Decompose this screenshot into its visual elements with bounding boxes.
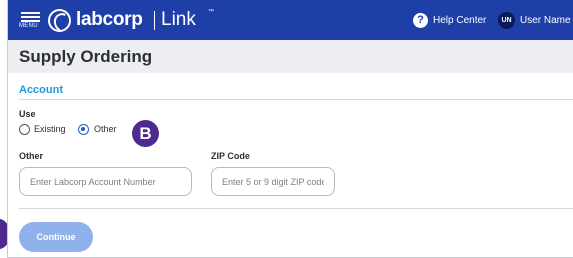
labcorp-logo-icon [48,9,71,32]
hamburger-icon-bar [21,20,40,22]
product-name: Link [161,9,196,30]
account-number-input[interactable] [19,167,192,196]
account-section-title: Account [19,84,63,96]
zip-code-label: ZIP Code [211,151,250,161]
trademark-symbol: ™ [208,9,214,15]
top-navigation-bar: MENU labcorp Link ™ ? Help Center UN Use… [8,0,573,40]
menu-button[interactable]: MENU [19,9,43,33]
radio-existing[interactable] [19,124,30,135]
use-label: Use [19,109,36,119]
section-divider [19,99,573,100]
brand-name: labcorp [76,9,143,30]
menu-label: MENU [19,23,38,29]
form-divider [19,208,573,209]
user-name: User Name [520,15,571,26]
other-account-label: Other [19,151,44,161]
logo-divider [154,11,155,30]
radio-other-label[interactable]: Other [94,124,117,134]
page-title: Supply Ordering [19,47,153,66]
page-title-band: Supply Ordering [8,40,573,73]
hamburger-icon-bar [21,16,40,18]
continue-button[interactable]: Continue [19,222,93,252]
hamburger-icon [21,12,40,14]
radio-existing-label[interactable]: Existing [34,124,66,134]
zip-code-input[interactable] [211,167,335,196]
app-frame: MENU labcorp Link ™ ? Help Center UN Use… [7,0,573,258]
help-center-label: Help Center [433,15,487,26]
help-icon: ? [413,13,428,28]
radio-other[interactable] [78,124,89,135]
avatar: UN [498,12,515,29]
callout-badge-b: B [132,120,159,147]
